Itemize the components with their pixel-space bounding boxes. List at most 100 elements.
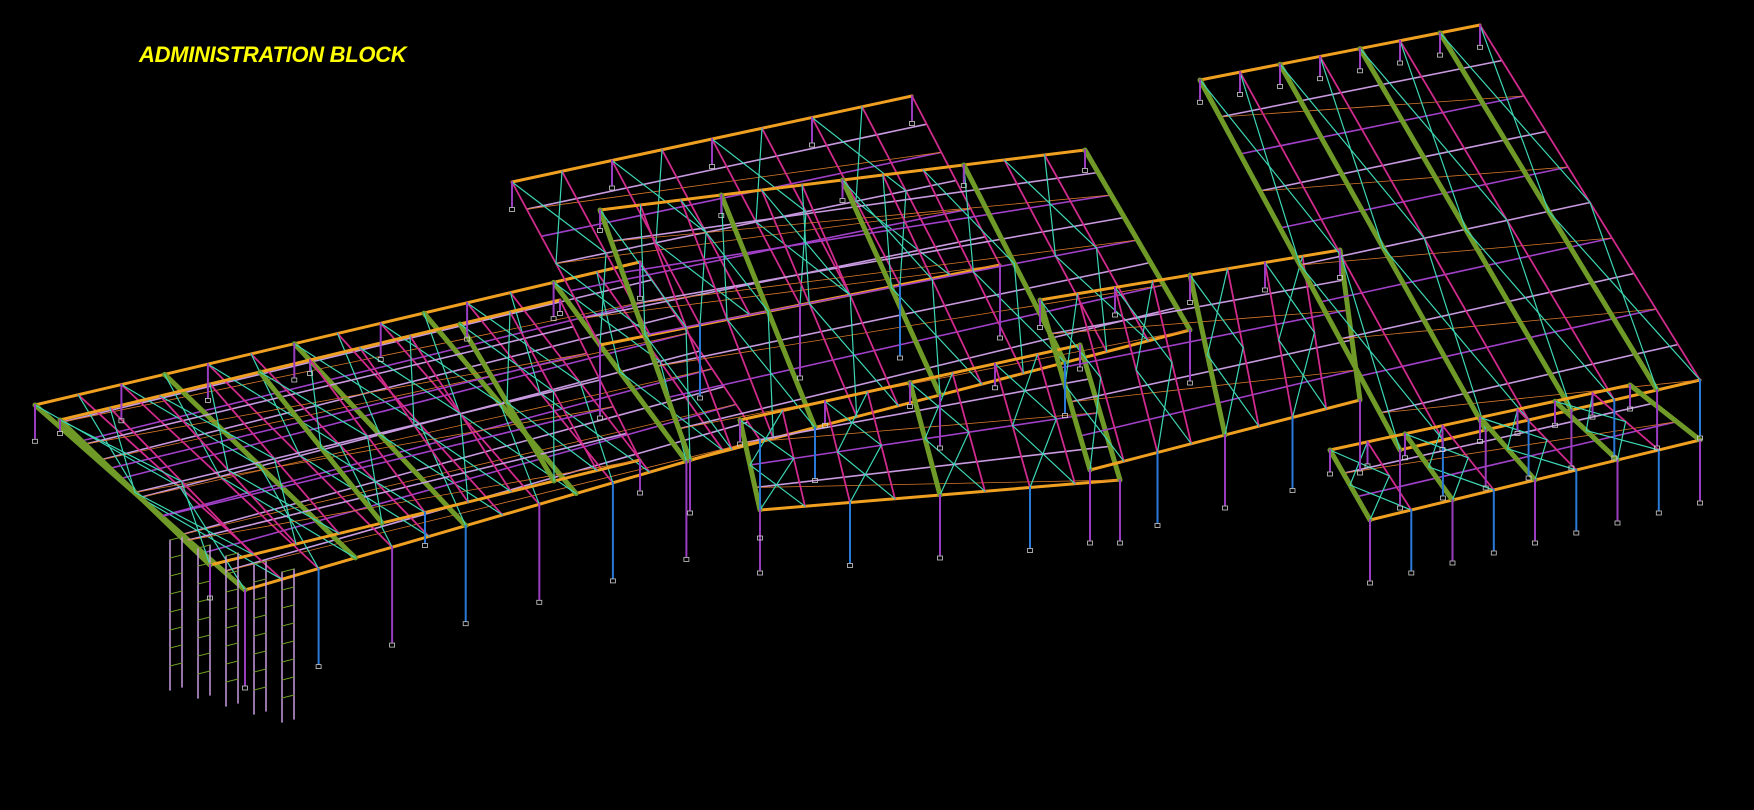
bracing — [599, 252, 607, 346]
ladder-rung — [197, 598, 211, 603]
support-marker — [597, 228, 603, 233]
ladder-rung — [197, 652, 211, 657]
support-marker — [242, 685, 248, 691]
bracing — [855, 106, 863, 202]
support-marker — [847, 563, 853, 568]
support-marker — [757, 570, 763, 576]
ladder-rung — [169, 572, 183, 577]
support-marker — [1408, 570, 1415, 576]
support-marker — [897, 355, 903, 361]
support-marker — [1327, 471, 1333, 477]
support-marker — [1277, 84, 1283, 89]
structural-model-viewport[interactable]: ADMINISTRATION BLOCK — [0, 0, 1754, 810]
support-marker — [809, 142, 815, 148]
ladder-rung — [253, 596, 267, 601]
bracing — [555, 170, 563, 265]
support-marker — [1187, 300, 1193, 305]
bracing — [1547, 210, 1701, 381]
ladder-rung — [281, 622, 295, 627]
support-marker — [839, 198, 846, 203]
support-marker — [1237, 92, 1243, 97]
bracing — [209, 383, 229, 471]
bracing — [1206, 268, 1229, 356]
truss — [1082, 147, 1193, 333]
support-marker — [683, 557, 690, 562]
ladder-rung — [281, 640, 295, 645]
bracing — [1349, 441, 1369, 486]
support-marker — [204, 397, 211, 403]
bracing — [419, 423, 467, 527]
support-marker — [1077, 366, 1083, 372]
support-marker — [315, 664, 322, 669]
support-marker — [557, 311, 563, 316]
support-marker — [1262, 287, 1268, 293]
sag-rod — [55, 297, 665, 424]
support-marker — [1655, 510, 1662, 516]
support-marker — [462, 621, 469, 627]
support-marker — [609, 185, 615, 191]
support-marker — [1532, 540, 1538, 546]
ladder-rung — [253, 632, 267, 637]
support-marker — [1187, 380, 1193, 386]
ladder-rung — [281, 586, 295, 591]
truss — [1627, 382, 1703, 443]
bracing — [899, 190, 907, 286]
bracing — [1156, 361, 1173, 454]
support-marker — [637, 295, 643, 301]
support-marker — [937, 555, 943, 561]
bracing — [1369, 475, 1391, 521]
support-marker — [697, 395, 703, 401]
bracing — [655, 149, 663, 244]
support-marker — [610, 578, 616, 584]
support-marker — [709, 164, 715, 169]
ladder-rung — [169, 644, 183, 649]
ladder-rung — [169, 608, 183, 613]
ladder-rung — [253, 614, 267, 619]
ladder-rung — [281, 604, 295, 609]
bracing — [59, 419, 183, 482]
support-marker — [907, 404, 913, 409]
support-marker — [32, 438, 38, 444]
ladder-rung — [225, 624, 239, 629]
support-marker — [992, 385, 998, 391]
bracing — [1451, 457, 1469, 501]
support-marker — [637, 490, 643, 496]
support-marker — [1154, 523, 1161, 528]
bracing — [552, 390, 555, 482]
bracing — [1278, 255, 1304, 341]
steel-frame-3d-wireframe — [32, 23, 1703, 723]
support-marker — [937, 445, 943, 451]
support-marker — [1112, 312, 1118, 318]
ladder-rung — [225, 642, 239, 647]
support-marker — [1357, 470, 1363, 476]
support-marker — [1082, 168, 1088, 173]
ladder-rung — [169, 590, 183, 595]
support-marker — [1317, 76, 1323, 82]
support-marker — [1614, 520, 1621, 526]
support-marker — [1490, 550, 1497, 556]
ladder-rung — [225, 606, 239, 611]
support-marker — [1397, 60, 1403, 66]
ladder-rung — [281, 694, 295, 699]
support-marker — [1449, 560, 1456, 566]
support-marker — [1357, 68, 1363, 74]
support-marker — [687, 510, 693, 516]
ladder-rung — [197, 616, 211, 621]
support-marker — [1197, 99, 1203, 105]
bracing — [1011, 353, 1039, 427]
ladder-rung — [225, 660, 239, 665]
bracing — [1439, 32, 1591, 204]
ladder-rung — [253, 650, 267, 655]
roof-plane-group — [32, 23, 1703, 723]
support-marker — [536, 599, 543, 605]
bracing — [755, 127, 763, 223]
support-marker — [422, 543, 428, 548]
support-marker — [1477, 44, 1483, 50]
support-marker — [389, 642, 396, 648]
support-marker — [1117, 540, 1123, 546]
support-marker — [997, 335, 1003, 341]
ladder-rung — [169, 662, 183, 667]
support-marker — [1087, 540, 1093, 546]
bracing — [1011, 425, 1076, 485]
bracing — [1465, 228, 1615, 401]
